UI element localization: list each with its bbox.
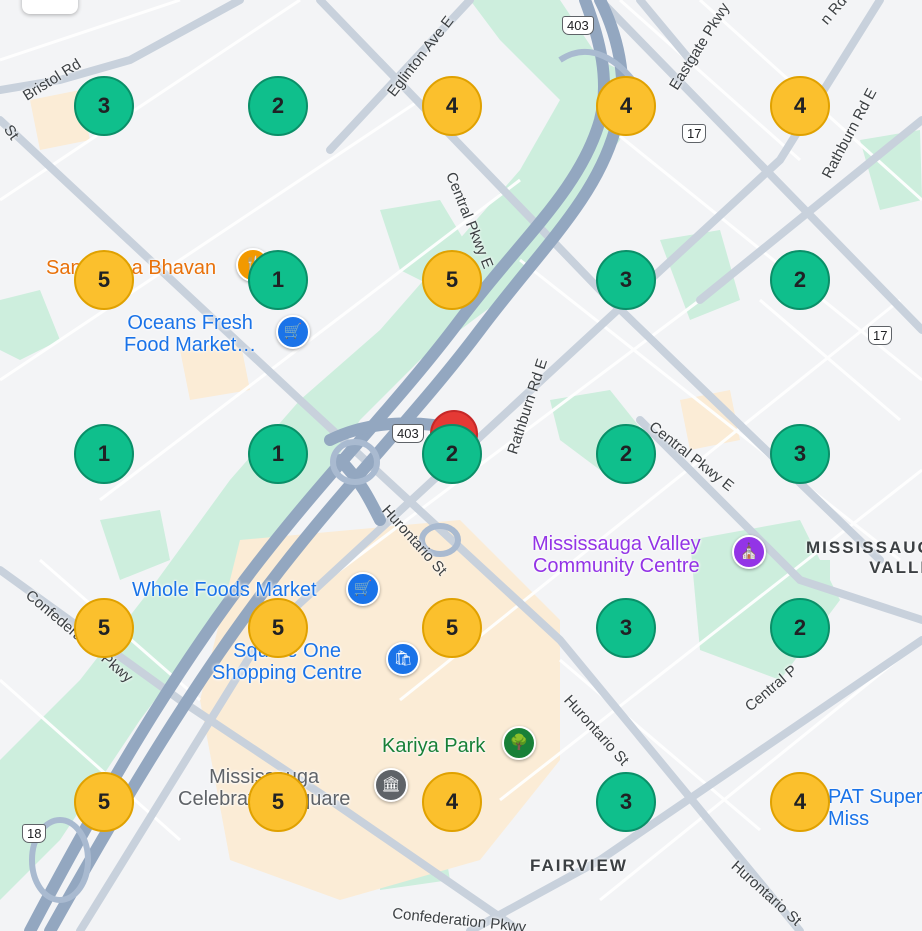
park-tree-icon[interactable]: 🌳 (502, 726, 536, 760)
cluster-marker[interactable]: 2 (770, 598, 830, 658)
shopping-cart-icon[interactable]: 🛒 (346, 572, 380, 606)
cluster-marker[interactable]: 5 (422, 598, 482, 658)
cluster-marker[interactable]: 2 (770, 250, 830, 310)
route-shield-17: 17 (682, 124, 707, 143)
poi-label-oceans[interactable]: Oceans Fresh Food Market… (124, 312, 256, 356)
poi-label-pat-supermarket[interactable]: PAT Super Miss (828, 786, 922, 830)
route-shield-403: 403 (392, 424, 424, 443)
cluster-marker[interactable]: 5 (74, 250, 134, 310)
cluster-marker[interactable]: 5 (248, 598, 308, 658)
cluster-marker[interactable]: 4 (422, 772, 482, 832)
cluster-marker[interactable]: 2 (422, 424, 482, 484)
shopping-cart-icon[interactable]: 🛒 (276, 315, 310, 349)
district-label-mississauga-valley: MISSISSAUGA VALLEY (806, 538, 922, 577)
cluster-marker[interactable]: 4 (596, 76, 656, 136)
poi-label-valley-cc[interactable]: Mississauga Valley Community Centre (532, 533, 701, 577)
cluster-marker[interactable]: 5 (74, 772, 134, 832)
shopping-bag-icon[interactable]: 🛍 (386, 642, 420, 676)
route-shield-403: 403 (562, 16, 594, 35)
cluster-marker[interactable]: 3 (596, 250, 656, 310)
landmark-icon[interactable]: 🏛 (374, 768, 408, 802)
map-control-button[interactable] (22, 0, 78, 14)
cluster-marker[interactable]: 2 (596, 424, 656, 484)
cluster-marker[interactable]: 1 (74, 424, 134, 484)
route-shield-18: 18 (22, 824, 47, 843)
cluster-marker[interactable]: 4 (770, 76, 830, 136)
cluster-marker[interactable]: 4 (422, 76, 482, 136)
cluster-marker[interactable]: 4 (770, 772, 830, 832)
cluster-marker[interactable]: 5 (74, 598, 134, 658)
district-label-fairview: FAIRVIEW (530, 856, 628, 875)
poi-label-kariya-park[interactable]: Kariya Park (382, 735, 485, 757)
cluster-marker[interactable]: 5 (422, 250, 482, 310)
cluster-marker[interactable]: 3 (596, 772, 656, 832)
poi-label-whole-foods[interactable]: Whole Foods Market (132, 579, 317, 601)
map-canvas[interactable]: Bristol Rd St Eglinton Ave E Eastgate Pk… (0, 0, 922, 931)
cluster-marker[interactable]: 5 (248, 772, 308, 832)
cluster-marker[interactable]: 3 (74, 76, 134, 136)
cluster-marker[interactable]: 2 (248, 76, 308, 136)
route-shield-17: 17 (868, 326, 893, 345)
cluster-marker[interactable]: 1 (248, 250, 308, 310)
cluster-marker[interactable]: 3 (770, 424, 830, 484)
community-centre-icon[interactable]: ⛪ (732, 535, 766, 569)
cluster-marker[interactable]: 1 (248, 424, 308, 484)
cluster-marker[interactable]: 3 (596, 598, 656, 658)
